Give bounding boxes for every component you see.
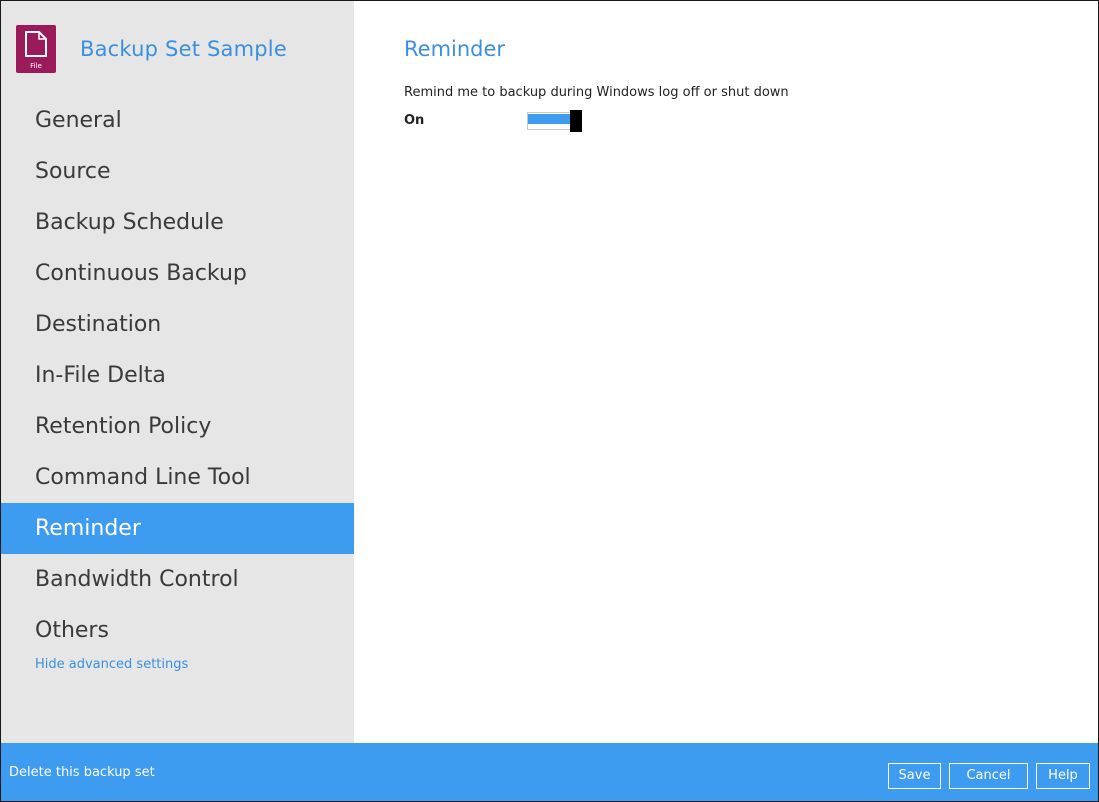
reminder-description: Remind me to backup during Windows log o… <box>404 85 789 100</box>
sidebar: File Backup Set Sample General Source Ba… <box>1 1 354 743</box>
toggle-knob[interactable] <box>570 110 582 132</box>
delete-backup-set-link[interactable]: Delete this backup set <box>9 765 155 780</box>
sidebar-item-retention-policy[interactable]: Retention Policy <box>1 401 354 452</box>
hide-advanced-settings-link[interactable]: Hide advanced settings <box>35 657 188 672</box>
footer-bar: Delete this backup set Save Cancel Help <box>1 743 1098 801</box>
sidebar-item-in-file-delta[interactable]: In-File Delta <box>1 350 354 401</box>
sidebar-item-source[interactable]: Source <box>1 146 354 197</box>
sidebar-item-destination[interactable]: Destination <box>1 299 354 350</box>
sidebar-item-bandwidth-control[interactable]: Bandwidth Control <box>1 554 354 605</box>
sidebar-item-general[interactable]: General <box>1 95 354 146</box>
help-button[interactable]: Help <box>1036 763 1090 789</box>
reminder-setting-row: On <box>404 110 604 132</box>
app-header: File Backup Set Sample <box>16 25 287 73</box>
save-button[interactable]: Save <box>888 763 941 789</box>
sidebar-item-others[interactable]: Others <box>1 605 354 656</box>
sidebar-item-command-line-tool[interactable]: Command Line Tool <box>1 452 354 503</box>
main-panel: Reminder Remind me to backup during Wind… <box>354 1 1098 743</box>
page-title: Reminder <box>404 37 506 61</box>
sidebar-item-continuous-backup[interactable]: Continuous Backup <box>1 248 354 299</box>
toggle-state-label: On <box>404 113 425 128</box>
reminder-toggle[interactable] <box>525 110 583 132</box>
file-icon-label: File <box>30 62 42 70</box>
footer-buttons: Save Cancel Help <box>888 763 1090 789</box>
app-title: Backup Set Sample <box>80 37 287 61</box>
sidebar-item-backup-schedule[interactable]: Backup Schedule <box>1 197 354 248</box>
document-icon <box>25 31 47 57</box>
file-icon: File <box>16 25 56 73</box>
sidebar-item-reminder[interactable]: Reminder <box>1 503 354 554</box>
cancel-button[interactable]: Cancel <box>949 763 1028 789</box>
toggle-fill <box>528 114 570 124</box>
settings-nav: General Source Backup Schedule Continuou… <box>1 95 354 656</box>
backup-set-settings-window: File Backup Set Sample General Source Ba… <box>0 0 1099 802</box>
